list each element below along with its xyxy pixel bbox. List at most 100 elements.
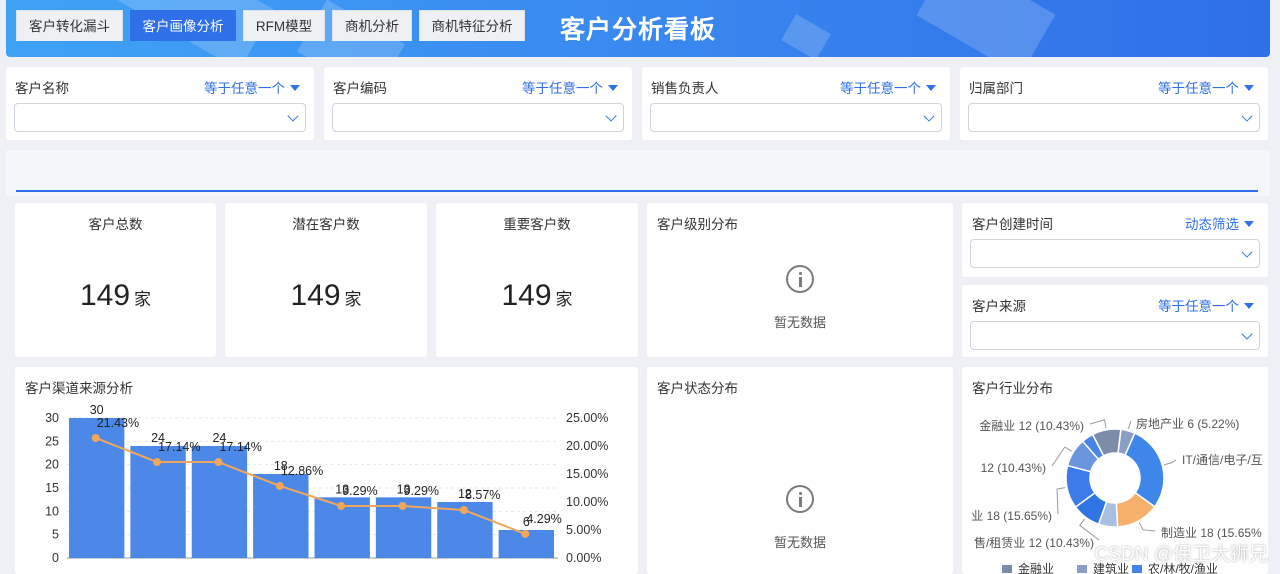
caret-down-icon (290, 85, 300, 91)
slice-label: 制造业 18 (15.65% (1161, 526, 1262, 540)
y2-tick-label: 10.00% (566, 495, 608, 509)
kpi-unit: 家 (134, 290, 152, 309)
empty-text: 暂无数据 (773, 315, 826, 330)
donut-slice (1124, 432, 1165, 508)
filter-operator-label: 等于任意一个 (1158, 299, 1239, 314)
tab-rfm-model[interactable]: RFM模型 (243, 10, 325, 41)
filter-select[interactable] (970, 239, 1260, 268)
caret-down-icon (926, 85, 936, 91)
filter-label: 客户编码 (333, 81, 387, 96)
chevron-down-icon (1241, 246, 1253, 258)
filter-operator-label: 等于任意一个 (1158, 81, 1239, 96)
percent-label: 9.29% (404, 484, 439, 498)
filter-create-time: 客户创建时间 动态筛选 (962, 203, 1268, 277)
channel-chart: 0 5 10 15 20 25 30 0.00% 5.00% 10.00% 15.00% 20.00%… (45, 403, 608, 565)
filter-operator-dropdown[interactable]: 等于任意一个 (1158, 77, 1254, 97)
kpi-unit: 家 (555, 290, 573, 309)
filter-customer-code: 客户编码 等于任意一个 (324, 67, 632, 140)
filter-customer-source: 客户来源 等于任意一个 (962, 285, 1268, 357)
chevron-down-icon (923, 110, 935, 122)
filter-operator-dropdown[interactable]: 等于任意一个 (522, 77, 618, 97)
filter-operator-dropdown[interactable]: 等于任意一个 (1158, 295, 1254, 315)
filter-select[interactable] (650, 103, 942, 132)
y-tick-label: 20 (45, 458, 59, 472)
y-tick-label: 15 (45, 481, 59, 495)
filter-operator-dropdown[interactable]: 等于任意一个 (204, 77, 300, 97)
panel-channel-source: 客户渠道来源分析 0 5 10 15 20 25 30 0.00% 5.00% 10.00% 15.… (15, 367, 638, 574)
y2-tick-label: 20.00% (566, 439, 608, 453)
line-point (275, 481, 284, 490)
filter-operator-dropdown[interactable]: 等于任意一个 (840, 77, 936, 97)
percent-label: 8.57% (465, 488, 500, 502)
caret-down-icon (1244, 221, 1254, 227)
filter-label: 销售负责人 (651, 81, 719, 96)
slice-label: 售/租赁业 12 (10.43%) (974, 535, 1094, 550)
caret-down-icon (608, 85, 618, 91)
kpi-unit: 家 (344, 290, 362, 309)
filter-label: 客户创建时间 (972, 217, 1053, 232)
filter-operator-dropdown[interactable]: 动态筛选 (1185, 213, 1254, 233)
filter-label: 客户来源 (972, 299, 1026, 314)
line-point (153, 458, 162, 467)
label-leader-line (1138, 522, 1156, 532)
kpi-value: 149 (501, 279, 552, 312)
y2-tick-label: 5.00% (566, 523, 601, 537)
y-tick-label: 10 (45, 504, 59, 518)
slice-label: 业 18 (15.65%) (971, 509, 1052, 523)
kpi-value: 149 (290, 279, 341, 312)
filter-operator-label: 等于任意一个 (840, 81, 921, 96)
label-leader-line (1164, 459, 1177, 466)
filter-department: 归属部门 等于任意一个 (960, 67, 1268, 140)
filter-label: 客户名称 (15, 81, 69, 96)
panel-title: 客户级别分布 (657, 217, 738, 232)
label-leader-line (1056, 487, 1066, 515)
chevron-down-icon (605, 110, 617, 122)
kpi-important-customers: 重要客户数 149 家 (436, 203, 638, 357)
empty-state: 暂无数据 (647, 485, 953, 551)
line-point (91, 433, 100, 442)
tab-conversion-funnel[interactable]: 客户转化漏斗 (16, 10, 123, 41)
percent-label: 17.14% (219, 440, 261, 454)
caret-down-icon (1244, 303, 1254, 309)
kpi-total-customers: 客户总数 149 家 (15, 203, 216, 357)
filter-select[interactable] (968, 103, 1260, 132)
percent-label: 21.43% (97, 416, 139, 430)
line-point (398, 501, 407, 510)
percent-label: 17.14% (158, 440, 200, 454)
filter-operator-label: 等于任意一个 (204, 81, 285, 96)
empty-state: 暂无数据 (647, 265, 953, 331)
caret-down-icon (1244, 85, 1254, 91)
chevron-down-icon (1241, 328, 1253, 340)
y2-tick-label: 0.00% (566, 551, 601, 565)
line-point (459, 506, 468, 515)
filter-customer-name: 客户名称 等于任意一个 (6, 67, 314, 140)
percent-label: 12.86% (281, 464, 323, 478)
info-icon (786, 485, 814, 513)
legend-label: 金融业 (1018, 561, 1054, 574)
bar-value-label: 30 (90, 403, 104, 417)
line-point (214, 458, 223, 467)
watermark: CSDN @保卫大狮兄 (1094, 544, 1268, 565)
tab-opportunity-features[interactable]: 商机特征分析 (419, 10, 525, 41)
tab-opportunity-analysis[interactable]: 商机分析 (332, 10, 412, 41)
kpi-potential-customers: 潜在客户数 149 家 (225, 203, 427, 357)
filter-sales-owner: 销售负责人 等于任意一个 (642, 67, 950, 140)
y-tick-label: 30 (45, 411, 59, 425)
filter-select[interactable] (970, 321, 1260, 350)
slice-label: IT/通信/电子/互 (1182, 453, 1263, 467)
panel-title: 客户状态分布 (657, 381, 738, 396)
filter-select[interactable] (332, 103, 624, 132)
percent-label: 4.29% (526, 512, 561, 526)
y-tick-label: 0 (52, 551, 59, 565)
legend-swatch (1077, 565, 1087, 573)
slice-label: 12 (10.43%) (981, 461, 1046, 475)
kpi-title: 重要客户数 (503, 217, 571, 232)
filter-label: 归属部门 (969, 81, 1023, 96)
slice-label: 金融业 12 (10.43%) (979, 418, 1084, 433)
filter-select[interactable] (14, 103, 306, 132)
tab-customer-profile[interactable]: 客户画像分析 (130, 10, 236, 41)
info-icon (786, 265, 814, 293)
tab-underline (16, 190, 1258, 192)
kpi-title: 客户总数 (88, 217, 143, 232)
chevron-down-icon (1241, 110, 1253, 122)
